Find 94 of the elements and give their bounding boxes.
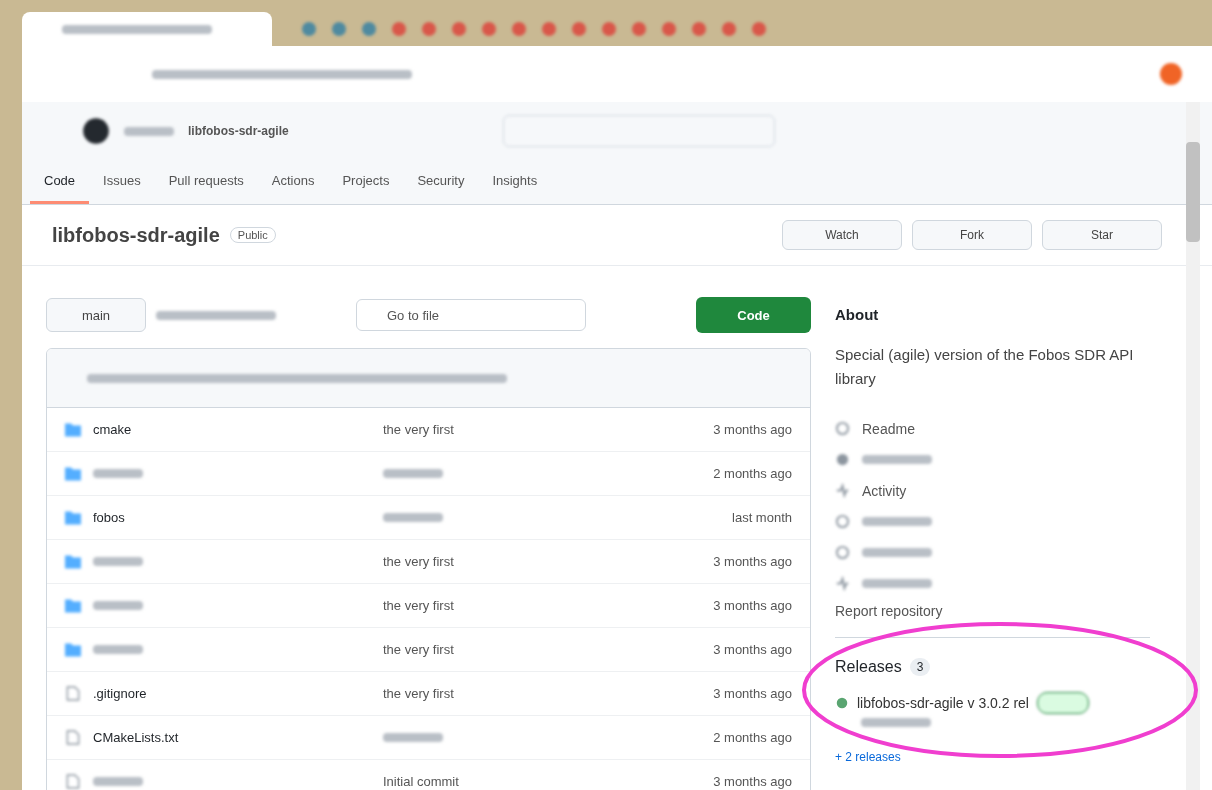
sidebar-link[interactable]: Readme [862,420,915,437]
scrollbar[interactable] [1186,102,1200,790]
about-heading: About [835,306,880,323]
tab-favicon-icon[interactable] [482,22,496,36]
repo-tab[interactable]: Insights [478,160,552,204]
tab-favicon-icon[interactable] [362,22,376,36]
commit-message: the very first [383,686,454,701]
commit-age: 3 months ago [713,774,792,789]
go-to-file-field[interactable]: Go to file [356,299,586,331]
blurred-text [93,601,143,610]
file-name[interactable]: .gitignore [93,686,147,701]
address-field[interactable] [152,69,412,79]
tab-favicon-icon[interactable] [542,22,556,36]
file-icon [65,730,81,745]
tab-favicon-icon[interactable] [452,22,466,36]
repo-tab[interactable]: Projects [328,160,404,204]
repo-action-button[interactable]: Watch [782,220,902,250]
blurred-text [124,126,174,136]
more-releases-link[interactable]: + 2 releases [835,750,1155,764]
blurred-text [93,645,143,654]
repo-tab[interactable]: Actions [257,160,329,204]
release-count: 3 [909,658,931,676]
blurred-text [862,517,932,526]
commit-message: Initial commit [383,774,459,789]
blurred-text [383,513,443,522]
tab-favicon-icon[interactable] [692,22,706,36]
tab-favicon-icon[interactable] [302,22,316,36]
repo-description: Special (agile) version of the Fobos SDR API library [835,345,1135,389]
code-button[interactable]: Code [696,297,811,333]
tab-favicon-icon[interactable] [632,22,646,36]
blurred-text [862,579,932,588]
folder-icon [65,510,81,525]
repo-breadcrumb[interactable]: libfobos-sdr-agile [188,124,289,138]
commit-message: the very first [383,422,454,437]
commit-message: the very first [383,554,454,569]
blurred-text [383,733,443,742]
release-link[interactable]: libfobos-sdr-agile v 3.0.2 rel [857,695,1029,711]
commit-age: 2 months ago [713,730,792,745]
tab-favicon-icon[interactable] [332,22,346,36]
blurred-text [862,455,932,464]
commit-age: 3 months ago [713,598,792,613]
file-icon [65,686,81,701]
tab-favicon-icon[interactable] [572,22,586,36]
repo-title: libfobos-sdr-agile [52,223,220,247]
commit-message: the very first [383,642,454,657]
folder-icon [65,642,81,657]
commit-age: last month [732,510,792,525]
commit-age: 3 months ago [713,642,792,657]
file-name[interactable]: CMakeLists.txt [93,730,179,745]
repo-action-button[interactable]: Fork [912,220,1032,250]
commit-age: 3 months ago [713,554,792,569]
profile-avatar-icon[interactable] [1160,63,1182,85]
folder-icon [65,554,81,569]
commit-age: 2 months ago [713,466,792,481]
repo-tab[interactable]: Code [30,160,90,204]
branch-button[interactable]: main [46,298,146,332]
file-name[interactable]: cmake [93,422,132,437]
tab-favicon-icon[interactable] [392,22,406,36]
blurred-text [93,469,143,478]
releases-heading[interactable]: Releases [835,658,902,676]
sidebar-icon [835,452,850,467]
blurred-text [93,557,143,566]
sidebar-icon [835,576,850,591]
commit-age: 3 months ago [713,686,792,701]
tab-favicon-icon[interactable] [722,22,736,36]
sidebar-icon [835,483,850,498]
tab-favicon-icon[interactable] [422,22,436,36]
file-icon [65,774,81,789]
blurred-text [862,548,932,557]
repo-tab[interactable]: Security [403,160,479,204]
folder-icon [65,598,81,613]
blurred-text [93,777,143,786]
tag-icon [835,696,849,710]
tab-favicon-icon[interactable] [512,22,526,36]
sidebar-icon [835,421,850,436]
browser-tab[interactable] [22,12,272,46]
repo-tab[interactable]: Issues [89,160,155,204]
file-name[interactable]: fobos [93,510,125,525]
repo-tab[interactable]: Pull requests [154,160,258,204]
latest-badge [1037,692,1089,714]
sidebar-link[interactable]: Activity [862,482,907,499]
sidebar-icon [835,514,850,529]
commit-age: 3 months ago [713,422,792,437]
blurred-text [861,718,931,727]
sidebar-icon [835,545,850,560]
commit-message: the very first [383,598,454,613]
tab-favicon-icon[interactable] [662,22,676,36]
repo-action-button[interactable]: Star [1042,220,1162,250]
tab-favicon-icon[interactable] [752,22,766,36]
report-link[interactable]: Report repository [835,603,1155,619]
blurred-text [383,469,443,478]
folder-icon [65,466,81,481]
tab-favicon-icon[interactable] [602,22,616,36]
folder-icon [65,422,81,437]
